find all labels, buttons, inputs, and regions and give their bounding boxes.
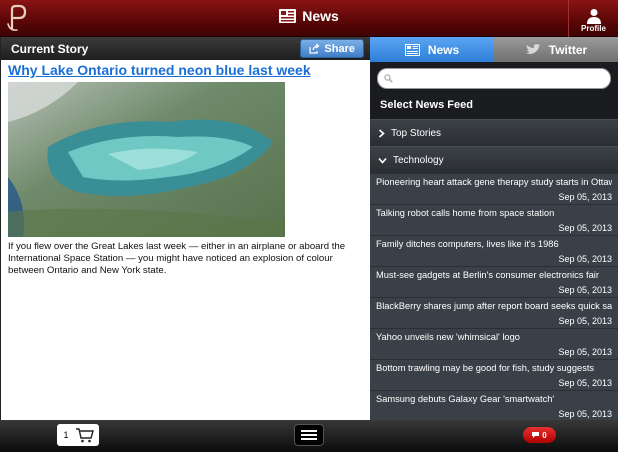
section-technology[interactable]: Technology xyxy=(370,146,618,173)
share-icon xyxy=(309,43,320,54)
news-item-title: Family ditches computers, lives like it'… xyxy=(376,239,559,249)
news-item-date: Sep 05, 2013 xyxy=(558,254,612,264)
cart-quantity: 1 xyxy=(63,430,69,440)
share-label: Share xyxy=(324,42,355,55)
tab-news[interactable]: News xyxy=(370,37,494,62)
current-story-header: Current Story Share xyxy=(1,37,370,60)
story-image xyxy=(8,82,285,237)
twitter-bird-icon xyxy=(525,43,541,54)
chevron-down-icon xyxy=(378,157,387,164)
news-item[interactable]: Talking robot calls home from space stat… xyxy=(370,204,618,235)
news-list: Pioneering heart attack gene therapy stu… xyxy=(370,173,618,420)
chevron-right-icon xyxy=(378,128,385,138)
page-title: News xyxy=(279,8,339,24)
search-bar xyxy=(370,62,618,97)
news-item[interactable]: BlackBerry shares jump after report boar… xyxy=(370,297,618,328)
tab-twitter[interactable]: Twitter xyxy=(494,37,618,62)
section-top-stories[interactable]: Top Stories xyxy=(370,119,618,146)
profile-label: Profile xyxy=(581,24,606,33)
news-item[interactable]: Family ditches computers, lives like it'… xyxy=(370,235,618,266)
share-button[interactable]: Share xyxy=(300,39,364,58)
news-item[interactable]: Bottom trawling may be good for fish, st… xyxy=(370,359,618,390)
story-body: If you flew over the Great Lakes last we… xyxy=(8,241,346,276)
select-news-feed-label: Select News Feed xyxy=(370,97,618,119)
news-item-title: Samsung debuts Galaxy Gear 'smartwatch' xyxy=(376,394,555,404)
story-headline-link[interactable]: Why Lake Ontario turned neon blue last w… xyxy=(8,62,370,78)
hamburger-icon xyxy=(301,430,317,432)
menu-button[interactable] xyxy=(294,424,324,446)
tab-twitter-label: Twitter xyxy=(548,42,588,57)
notification-badge[interactable]: 0 xyxy=(523,427,556,443)
news-item-title: Yahoo unveils new 'whimsical' logo xyxy=(376,332,520,342)
news-item[interactable]: Samsung debuts Galaxy Gear 'smartwatch' … xyxy=(370,390,618,420)
news-item-title: Talking robot calls home from space stat… xyxy=(376,208,555,218)
newspaper-icon xyxy=(404,43,420,56)
news-item-title: Bottom trawling may be good for fish, st… xyxy=(376,363,595,373)
news-item[interactable]: Yahoo unveils new 'whimsical' logo Sep 0… xyxy=(370,328,618,359)
notification-count: 0 xyxy=(542,430,547,440)
tab-news-label: News xyxy=(427,42,460,57)
news-item-date: Sep 05, 2013 xyxy=(558,285,612,295)
news-sidebar: News Twitter Select News Feed Top Storie… xyxy=(370,37,618,420)
search-input[interactable] xyxy=(377,68,611,89)
news-item-date: Sep 05, 2013 xyxy=(558,378,612,388)
chat-bubble-icon xyxy=(532,432,540,438)
news-item[interactable]: Must-see gadgets at Berlin's consumer el… xyxy=(370,266,618,297)
top-bar: News Profile xyxy=(0,0,618,37)
news-item[interactable]: Pioneering heart attack gene therapy stu… xyxy=(370,173,618,204)
cart-button[interactable]: 1 xyxy=(57,424,99,446)
cart-icon xyxy=(76,428,94,443)
news-item-date: Sep 05, 2013 xyxy=(558,347,612,357)
sidebar-tabs: News Twitter xyxy=(370,37,618,62)
current-story-panel: Current Story Share Why Lake Ontario tur… xyxy=(0,37,370,420)
news-item-date: Sep 05, 2013 xyxy=(558,192,612,202)
news-item-title: Pioneering heart attack gene therapy stu… xyxy=(376,177,612,187)
bottom-bar: 1 0 xyxy=(0,420,618,452)
news-item-date: Sep 05, 2013 xyxy=(558,223,612,233)
search-icon xyxy=(384,74,393,83)
profile-button[interactable]: Profile xyxy=(568,0,618,37)
news-item-date: Sep 05, 2013 xyxy=(558,409,612,419)
news-item-date: Sep 05, 2013 xyxy=(558,316,612,326)
page-title-text: News xyxy=(302,8,339,24)
user-icon xyxy=(586,9,601,24)
newspaper-icon xyxy=(279,9,297,23)
news-item-title: Must-see gadgets at Berlin's consumer el… xyxy=(376,270,599,280)
section-technology-label: Technology xyxy=(393,154,444,166)
section-top-stories-label: Top Stories xyxy=(391,127,442,139)
news-item-title: BlackBerry shares jump after report boar… xyxy=(376,301,612,311)
current-story-label: Current Story xyxy=(11,41,89,56)
